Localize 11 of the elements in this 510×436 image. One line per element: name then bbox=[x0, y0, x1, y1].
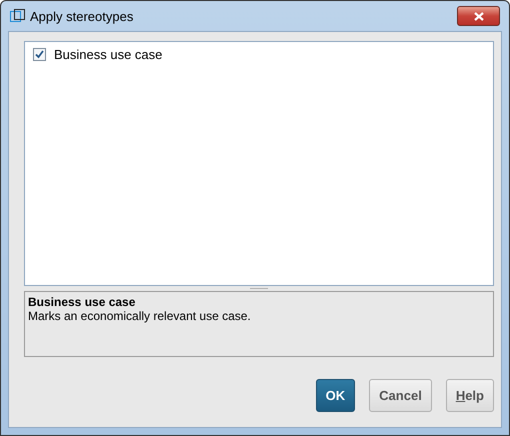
close-icon bbox=[474, 12, 484, 20]
ok-button[interactable]: OK bbox=[316, 379, 356, 412]
description-title: Business use case bbox=[28, 295, 136, 309]
checkbox[interactable] bbox=[33, 48, 46, 61]
cancel-button[interactable]: Cancel bbox=[369, 379, 432, 412]
help-button[interactable]: Help bbox=[446, 379, 494, 412]
description-text: Marks an economically relevant use case. bbox=[28, 309, 252, 323]
window-title: Apply stereotypes bbox=[30, 8, 134, 24]
stereotype-label: Business use case bbox=[54, 47, 162, 62]
close-button[interactable] bbox=[457, 6, 500, 26]
window-icon bbox=[10, 9, 26, 23]
